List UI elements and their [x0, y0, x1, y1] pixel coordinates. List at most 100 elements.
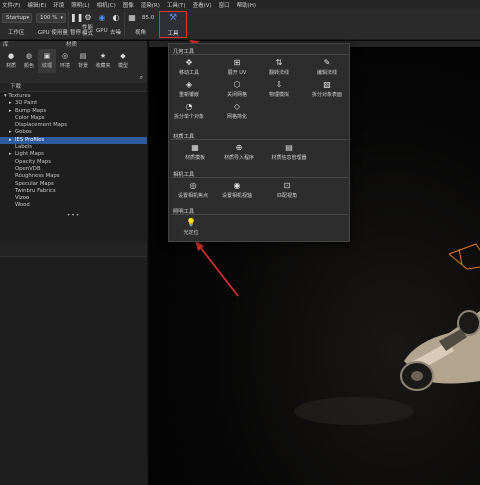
tool-light-bulb[interactable]: 💡 光定位 — [169, 218, 213, 236]
tab-texture[interactable]: ▣ 纹理 — [38, 49, 56, 73]
zoom-value: 100 % — [40, 15, 58, 21]
tool-split-object[interactable]: ◔ 拆分单个对象 — [167, 102, 211, 120]
tool-material-import[interactable]: ⊕ 材质导入程序 — [215, 143, 263, 161]
gpu-label[interactable]: GPU — [96, 28, 108, 34]
denoise-label[interactable]: 去噪 — [110, 28, 121, 36]
tree-item[interactable]: ▸ Gobos — [0, 129, 147, 136]
sphere-icon: ● — [7, 52, 15, 60]
tree-item[interactable]: Displacement Maps — [0, 122, 147, 129]
uv-unwrap-icon: ⊞ — [233, 58, 241, 67]
light-gizmo[interactable] — [448, 243, 480, 270]
tree-item[interactable]: ▸ Light Maps — [0, 151, 147, 158]
tool-match-perspective[interactable]: ⊡ 匹配视角 — [265, 181, 309, 199]
fov-value[interactable]: 85.0 — [142, 15, 154, 21]
tool-edit-normals[interactable]: ✎ 编辑法线 — [305, 58, 349, 76]
section-divider — [171, 177, 348, 178]
denoise-icon[interactable]: ◐ — [111, 13, 121, 23]
gpu-icon[interactable]: ◉ — [97, 13, 107, 23]
tab-palette[interactable]: ◍ 颜色 — [20, 49, 38, 73]
tool-close-mesh[interactable]: ⬡ 关闭网格 — [215, 80, 259, 98]
pause-label[interactable]: 暂停 — [70, 28, 81, 36]
menu-item[interactable]: 图像 — [123, 1, 134, 9]
tree-item[interactable]: Roughness Maps — [0, 173, 147, 180]
menu-item[interactable]: 编辑(E) — [27, 1, 46, 9]
performance-mode-icon[interactable]: ⚙ — [83, 13, 93, 23]
toolbar: Startup ▾ 100 % ▾ 工作区 GPU 使用量 ❚❚ 暂停 ⚙ 性能 模… — [0, 9, 480, 40]
tool-mesh-simplify[interactable]: ◇ 网格简化 — [215, 102, 259, 120]
menu-item[interactable]: 相机(C) — [97, 1, 116, 9]
tree-item[interactable]: Wood — [0, 202, 147, 209]
menu-item[interactable]: 文件(F) — [2, 1, 20, 9]
tools-button[interactable]: ⚒ 工具 — [159, 11, 187, 38]
menu-item[interactable]: 环境 — [53, 1, 64, 9]
tool-retessellate[interactable]: ◈ 重新镶嵌 — [167, 80, 211, 98]
tree-item-label: Labels — [15, 144, 33, 151]
tree-item[interactable]: Opacity Maps — [0, 159, 147, 166]
tab-sphere[interactable]: ● 材质 — [2, 49, 20, 73]
tool-uv-unwrap[interactable]: ⊞ 展开 UV — [215, 58, 259, 76]
tree-item[interactable]: Labels — [0, 144, 147, 151]
texture-tree: ▾ Textures ▸ 3D Paint ▸ Bump Maps Color Maps… — [0, 91, 147, 241]
material-info-icon: ▤ — [285, 143, 293, 152]
tree-item[interactable]: ▸ Bump Maps — [0, 108, 147, 115]
pause-icon[interactable]: ❚❚ — [70, 13, 83, 23]
tree-item-label: Light Maps — [15, 151, 44, 158]
tab-star[interactable]: ★ 收藏夹 — [92, 49, 114, 73]
tool-physics[interactable]: ⇩ 物理模拟 — [257, 80, 301, 98]
zoom-dropdown[interactable]: 100 % ▾ — [36, 13, 66, 23]
tree-item[interactable]: ▸ 3D Paint — [0, 100, 147, 107]
race-car-model[interactable] — [400, 310, 480, 391]
tree-item[interactable]: Twinbru Fabrics — [0, 188, 147, 195]
tree-root-label: Textures — [8, 93, 31, 99]
tool-move[interactable]: ✥ 移动工具 — [167, 58, 211, 76]
tool-label: 材质模板 — [184, 155, 205, 161]
chevron-down-icon: ▾ — [26, 15, 29, 21]
tree-item[interactable]: Color Maps — [0, 115, 147, 122]
menu-item[interactable]: 帮助(H) — [237, 1, 256, 9]
tree-item[interactable]: Vizoo — [0, 195, 147, 202]
menu-item[interactable]: 渲染(R) — [141, 1, 160, 9]
search-icon[interactable]: ⌕ — [140, 74, 143, 82]
collapsed-arrow-icon[interactable]: ▸ — [9, 100, 12, 107]
tree-item[interactable]: OpenVDB — [0, 166, 147, 173]
collapsed-arrow-icon[interactable]: ▸ — [9, 151, 12, 158]
splitter-handle[interactable]: ••• — [0, 212, 147, 219]
workspace-dropdown[interactable]: Startup ▾ — [2, 13, 32, 23]
workspace-label: 工作区 — [8, 30, 25, 36]
tree-root[interactable]: ▾ Textures — [0, 93, 147, 100]
menu-item[interactable]: 查看(V) — [193, 1, 212, 9]
tool-label: 展开 UV — [227, 70, 247, 76]
camera-focus-icon: ◎ — [189, 181, 197, 190]
tab-globe[interactable]: ◎ 环境 — [56, 49, 74, 73]
collapsed-arrow-icon[interactable]: ▸ — [9, 137, 12, 144]
tool-camera-focus[interactable]: ◎ 设置相机焦点 — [171, 181, 215, 199]
tool-camera-axis[interactable]: ◉ 设置相机视轴 — [215, 181, 259, 199]
chevron-down-icon: ▾ — [60, 15, 63, 21]
tab-image[interactable]: ▤ 背景 — [74, 49, 92, 73]
grid-icon[interactable]: ▦ — [127, 13, 137, 23]
collapsed-arrow-icon[interactable]: ▸ — [9, 129, 12, 136]
tree-item[interactable]: Specular Maps — [0, 181, 147, 188]
tool-material-info[interactable]: ▤ 材质信息管理器 — [265, 143, 313, 161]
tool-split-surface[interactable]: ▧ 拆分对象表面 — [305, 80, 349, 98]
collapsed-arrow-icon[interactable]: ▸ — [9, 108, 12, 115]
tree-item[interactable]: ▸ IES Profiles — [0, 136, 147, 145]
tool-label: 拆分单个对象 — [173, 114, 204, 120]
tab-label: 模型 — [117, 63, 128, 69]
tool-label: 重新镶嵌 — [178, 92, 199, 98]
search-row: ⌕ — [0, 73, 147, 83]
tab-label: 颜色 — [23, 63, 34, 69]
tab-cube[interactable]: ◆ 模型 — [114, 49, 132, 73]
performance-mode-label[interactable]: 性能 模式 — [82, 25, 96, 37]
menu-item[interactable]: 照明(L) — [71, 1, 89, 9]
library-panel: 库 材质 ● 材质 ◍ 颜色 ▣ 纹理 ◎ 环境 ▤ 背景 ★ 收藏夹 ◆ 模型 ⌕ 下载 ▾ Textu… — [0, 41, 148, 485]
tree-item-label: Twinbru Fabrics — [15, 187, 56, 194]
menu-item[interactable]: 窗口 — [219, 1, 230, 9]
tool-material-template[interactable]: ▦ 材质模板 — [171, 143, 219, 161]
tool-label: 匹配视角 — [276, 193, 297, 199]
material-import-icon: ⊕ — [235, 143, 243, 152]
menu-item[interactable]: 工具(T) — [167, 1, 186, 9]
tree-item-label: Gobos — [15, 129, 32, 136]
tool-flip-normals[interactable]: ⇅ 翻转法线 — [257, 58, 301, 76]
tree-item-label: Bump Maps — [15, 107, 47, 114]
